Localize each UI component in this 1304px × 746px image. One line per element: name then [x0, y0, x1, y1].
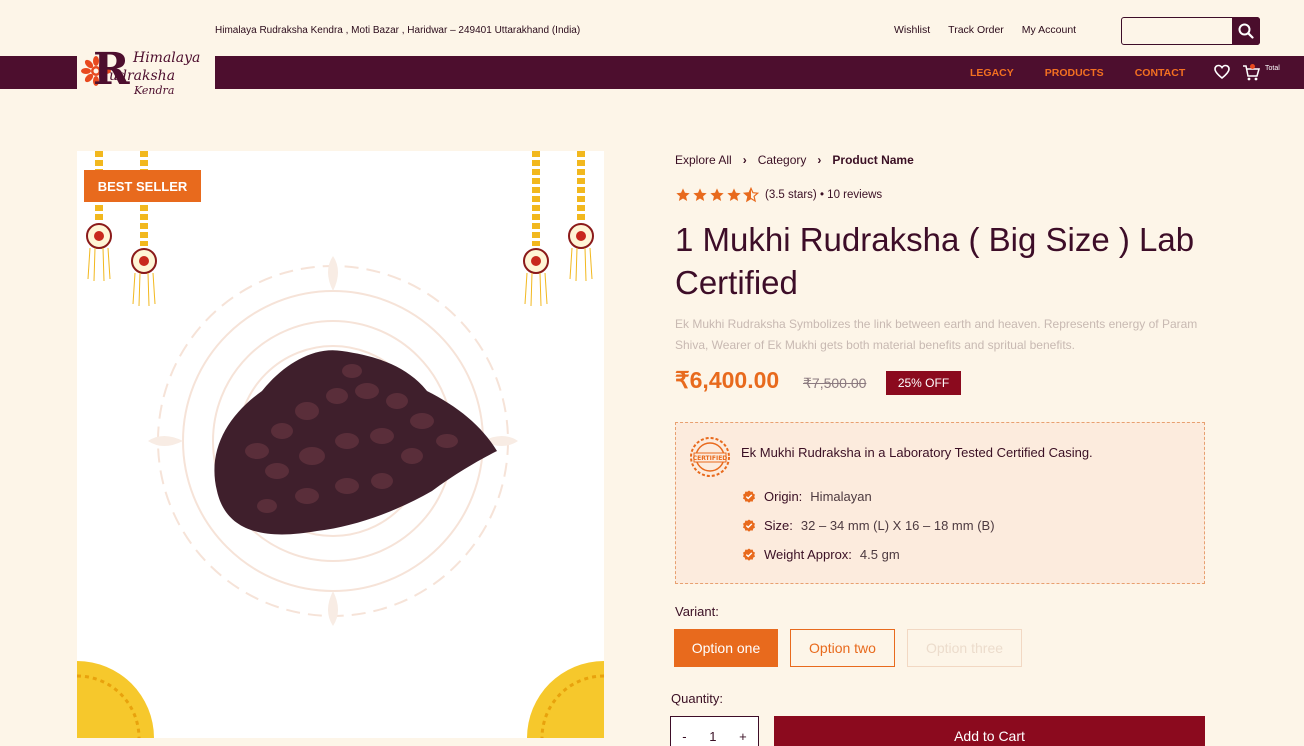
cart-total-label: Total — [1265, 65, 1280, 72]
check-badge-icon — [743, 519, 755, 532]
product-description: Ek Mukhi Rudraksha Symbolizes the link b… — [675, 317, 1198, 352]
variant-option-one[interactable]: Option one — [674, 629, 778, 667]
feature-weight: Weight Approx: 4.5 gm — [742, 547, 900, 562]
feature-value: 32 – 34 mm (L) X 16 – 18 mm (B) — [800, 518, 995, 533]
certification-box: CERTIFIED Ek Mukhi Rudraksha in a Labora… — [675, 422, 1205, 584]
feature-size: Size: 32 – 34 mm (L) X 16 – 18 mm (B) — [742, 518, 995, 533]
star-icon — [676, 188, 690, 201]
nav-legacy[interactable]: LEGACY — [970, 67, 1014, 79]
search-input[interactable] — [1122, 18, 1232, 43]
variant-label: Variant: — [675, 604, 719, 619]
feature-value: Himalayan — [810, 489, 872, 504]
star-rating — [675, 187, 759, 203]
store-address: Himalaya Rudraksha Kendra , Moti Bazar ,… — [215, 25, 581, 36]
quantity-label: Quantity: — [671, 691, 724, 706]
breadcrumb-category[interactable]: Category — [758, 153, 807, 167]
certified-seal-icon: CERTIFIED — [690, 437, 730, 477]
product-title: 1 Mukhi Rudraksha ( Big Size ) Lab Certi… — [675, 221, 1195, 301]
chevron-right-icon: › — [742, 153, 747, 167]
nav-products[interactable]: PRODUCTS — [1045, 67, 1104, 79]
product-rating: (3.5 stars) • 10 reviews — [675, 187, 882, 203]
star-icon — [710, 188, 724, 201]
increment-button[interactable]: + — [739, 729, 747, 744]
wishlist-link[interactable]: Wishlist — [894, 24, 930, 36]
logo-line-1: Himalaya — [133, 50, 201, 66]
rating-text: (3.5 stars) • 10 reviews — [765, 189, 883, 201]
star-icon — [727, 188, 741, 201]
my-account-link[interactable]: My Account — [1022, 24, 1076, 36]
nav-links: LEGACY PRODUCTS CONTACT — [970, 67, 1185, 79]
breadcrumb: Explore All › Category › Product Name — [675, 153, 914, 167]
feature-key: Origin: — [764, 489, 803, 504]
decrement-button[interactable]: - — [682, 729, 686, 744]
product-artwork — [77, 151, 604, 738]
logo-line-2: udraksha — [109, 68, 176, 84]
star-icon — [693, 188, 707, 201]
logo-line-3: Kendra — [134, 84, 175, 97]
product-price: ₹6,400.00 — [675, 367, 780, 393]
check-badge-icon — [743, 490, 755, 503]
add-to-cart-button[interactable]: Add to Cart — [774, 716, 1205, 746]
variant-option-three[interactable]: Option three — [907, 629, 1022, 667]
certification-title: Ek Mukhi Rudraksha in a Laboratory Teste… — [741, 445, 1093, 460]
track-order-link[interactable]: Track Order — [948, 24, 1004, 36]
chevron-right-icon: › — [817, 153, 822, 167]
cart-badge-dot — [1250, 64, 1255, 69]
breadcrumb-explore-all[interactable]: Explore All — [675, 153, 732, 167]
svg-text:CERTIFIED: CERTIFIED — [693, 455, 728, 462]
breadcrumb-current: Product Name — [832, 153, 914, 167]
original-price: ₹7,500.00 — [803, 375, 867, 391]
variant-option-two[interactable]: Option two — [790, 629, 895, 667]
search-button[interactable] — [1232, 17, 1260, 45]
half-star-icon — [743, 187, 759, 203]
search-icon — [1238, 23, 1254, 39]
feature-key: Weight Approx: — [764, 547, 852, 562]
product-image[interactable]: BEST SELLER — [77, 151, 604, 738]
heart-icon[interactable] — [1214, 64, 1230, 80]
discount-badge: 25% OFF — [886, 371, 961, 395]
feature-value: 4.5 gm — [859, 547, 900, 562]
quantity-value[interactable]: 1 — [709, 729, 716, 744]
nav-contact[interactable]: CONTACT — [1135, 67, 1186, 79]
site-logo[interactable]: R Himalaya udraksha Kendra — [77, 44, 215, 101]
check-badge-icon — [743, 548, 755, 561]
search-box — [1121, 17, 1260, 45]
best-seller-badge: BEST SELLER — [84, 170, 201, 202]
top-links: Wishlist Track Order My Account — [894, 24, 1076, 36]
feature-key: Size: — [764, 518, 793, 533]
feature-origin: Origin: Himalayan — [742, 489, 872, 504]
quantity-stepper: - 1 + — [670, 716, 759, 746]
